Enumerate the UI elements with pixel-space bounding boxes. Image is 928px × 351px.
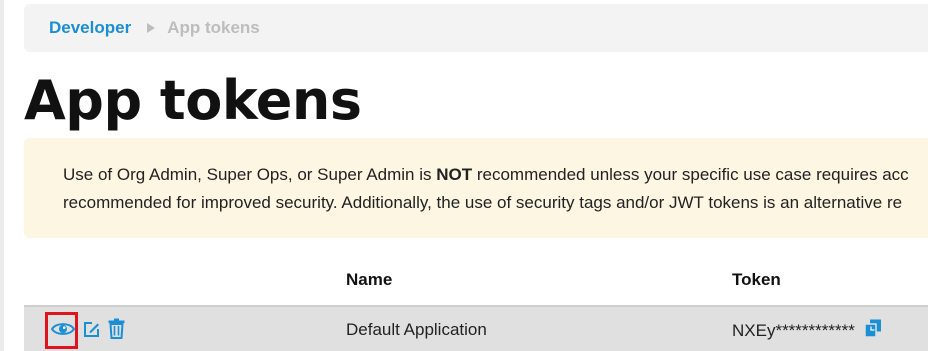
banner-line-1: Use of Org Admin, Super Ops, or Super Ad… [63,165,909,185]
token-value: NXEy************ [732,321,855,341]
banner-line-2: recommended for improved security. Addit… [63,193,903,212]
trash-icon[interactable] [108,318,125,344]
breadcrumb-separator-icon [147,23,156,33]
column-header-name[interactable]: Name [346,270,392,290]
page-title: App tokens [24,69,362,132]
copy-icon[interactable] [864,319,882,343]
breadcrumb: Developer App tokens [24,4,928,52]
application-name: Default Application [346,320,487,339]
banner-not-emphasis: NOT [436,165,473,184]
warning-banner: Use of Org Admin, Super Ops, or Super Ad… [24,138,928,238]
left-border [0,0,4,351]
column-header-token[interactable]: Token [732,270,781,290]
eye-icon[interactable] [50,321,76,342]
table-row: Default Application NXEy************ [24,307,928,351]
app-tokens-page: Developer App tokens App tokens Use of O… [0,0,928,351]
banner-line-1-end: recommended unless your specific use cas… [472,165,909,184]
breadcrumb-current: App tokens [167,18,260,37]
banner-line-1-start: Use of Org Admin, Super Ops, or Super Ad… [63,165,437,184]
edit-icon[interactable] [83,321,100,343]
token-text: NXEy************ [732,321,855,340]
breadcrumb-developer-link[interactable]: Developer [49,18,131,38]
